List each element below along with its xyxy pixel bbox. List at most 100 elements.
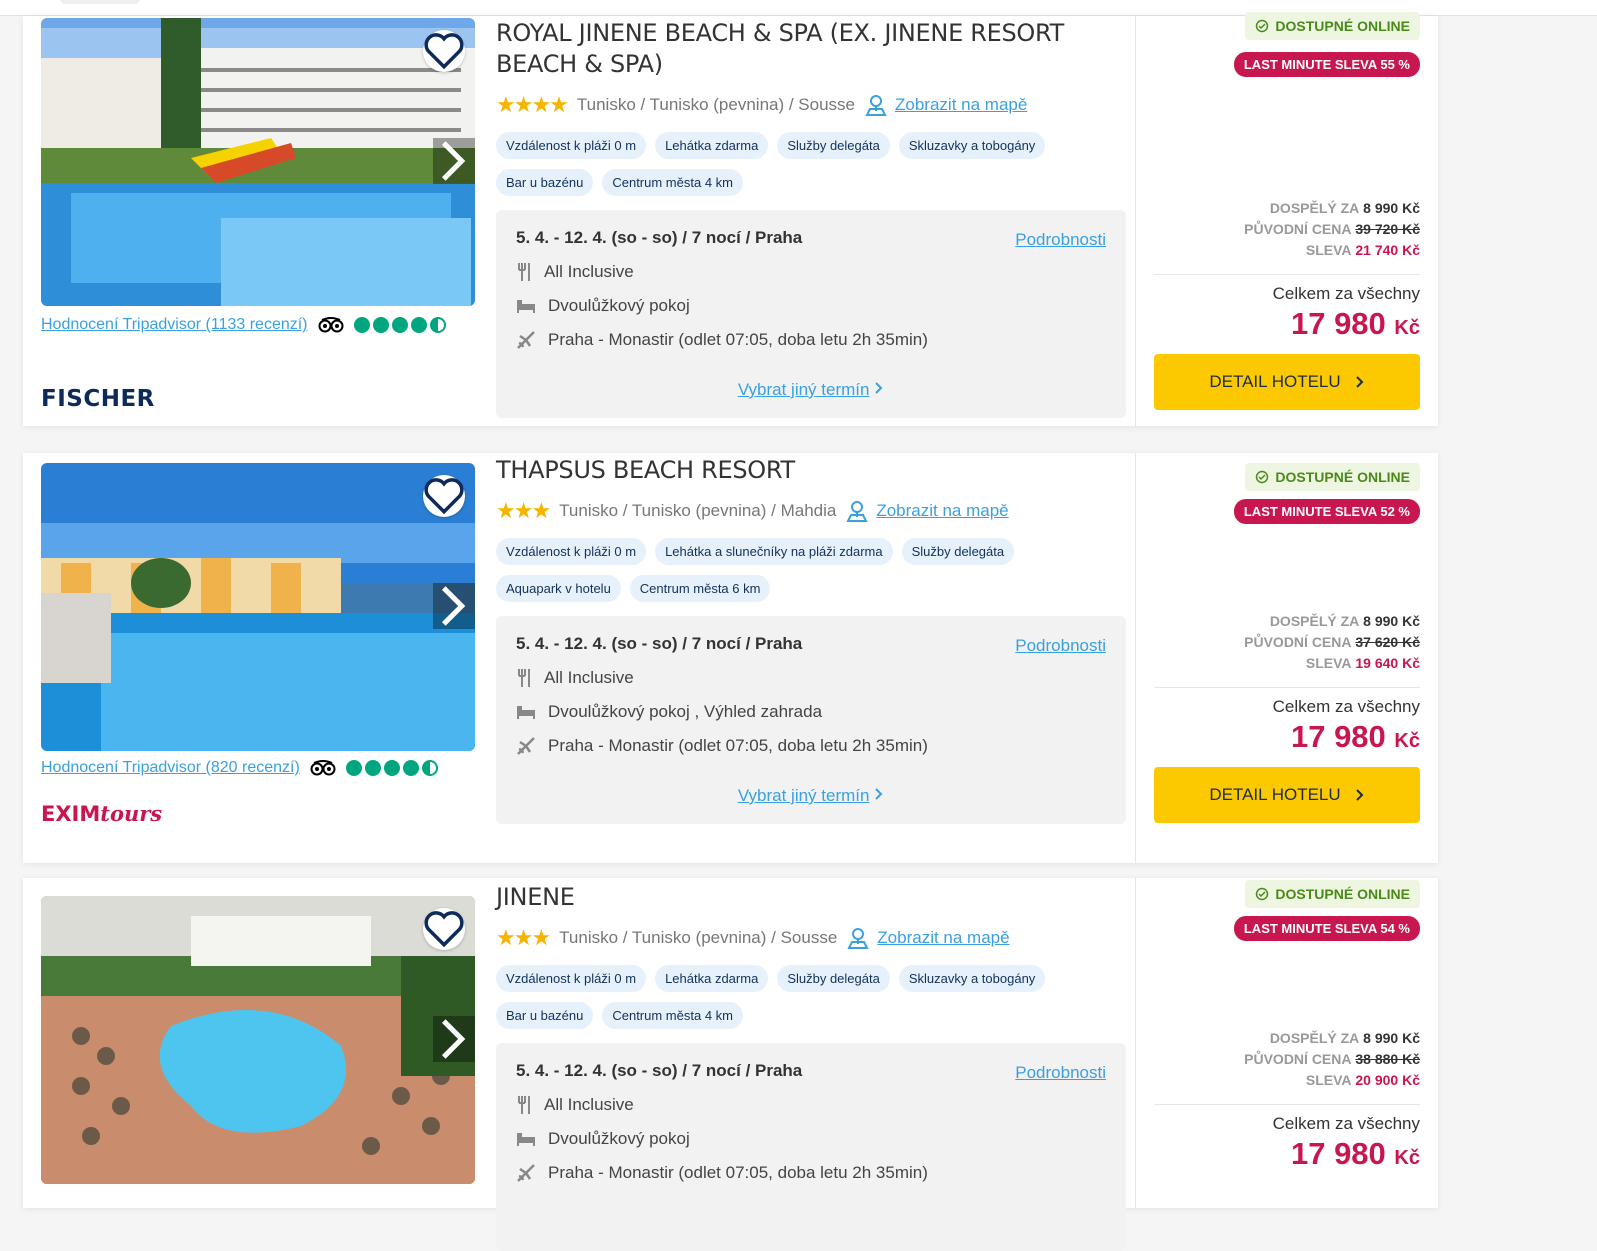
hotel-photo[interactable]: [41, 18, 475, 306]
flight-info: Praha - Monastir (odlet 07:05, doba letu…: [548, 1163, 928, 1182]
chevron-right-icon: [1355, 789, 1364, 801]
cutlery-icon: [518, 263, 530, 281]
details-link[interactable]: Podrobnosti: [1015, 636, 1106, 656]
star-rating: ★★★: [496, 498, 551, 523]
divider: [1154, 1104, 1420, 1105]
tag: Lehátka a slunečníky na pláži zdarma: [655, 538, 893, 565]
last-minute-badge: LAST MINUTE SLEVA 54 %: [1233, 916, 1420, 941]
tag: Skluzavky a tobogány: [898, 132, 1046, 159]
total-label: Celkem za všechny: [1272, 697, 1420, 716]
board-type: All Inclusive: [544, 668, 634, 687]
price-breakdown: DOSPĚLÝ ZA 8 990 Kč PŮVODNÍ CENA 37 620 …: [1244, 613, 1420, 671]
hotel-photo-image: [41, 18, 475, 306]
favorite-button[interactable]: [423, 475, 465, 517]
other-term-link[interactable]: Vybrat jiný termín: [496, 380, 1126, 400]
show-on-map-link[interactable]: Zobrazit na mapě: [846, 499, 1009, 523]
brand-logo: EXIMtours: [41, 801, 163, 826]
map-label: Zobrazit na mapě: [876, 501, 1009, 520]
brand-logo: FISCHER: [41, 386, 155, 412]
check-circle-icon: [1256, 19, 1269, 33]
hotel-card: JINENE ★★★ Tunisko / Tunisko (pevnina) /…: [23, 878, 1438, 1251]
term-box: 5. 4. - 12. 4. (so - so) / 7 nocí / Prah…: [496, 210, 1126, 418]
hotel-info: ROYAL JINENE BEACH & SPA (EX. JINENE RES…: [496, 16, 1136, 418]
discount-amount: 21 740 Kč: [1355, 242, 1420, 258]
map-pin-icon: [846, 501, 868, 522]
online-badge: DOSTUPNÉ ONLINE: [1245, 12, 1420, 40]
hotel-card: Hodnocení Tripadvisor (820 recenzí) EXIM…: [23, 453, 1438, 863]
term-box: 5. 4. - 12. 4. (so - so) / 7 nocí / Prah…: [496, 1043, 1126, 1251]
tripadvisor-link[interactable]: Hodnocení Tripadvisor (820 recenzí): [41, 759, 300, 777]
other-term-link[interactable]: Vybrat jiný termín: [496, 786, 1126, 806]
discount-amount: 20 900 Kč: [1355, 1072, 1420, 1088]
hotel-title[interactable]: JINENE: [496, 882, 1136, 913]
check-circle-icon: [1256, 887, 1269, 901]
chevron-right-icon: [875, 382, 883, 394]
price-panel: DOSTUPNÉ ONLINE LAST MINUTE SLEVA 55 % D…: [1135, 12, 1438, 426]
chevron-right-icon: [441, 586, 466, 626]
check-circle-icon: [1256, 470, 1269, 484]
tripadvisor-link[interactable]: Hodnocení Tripadvisor (1133 recenzí): [41, 316, 308, 334]
online-badge: DOSTUPNÉ ONLINE: [1245, 463, 1420, 491]
bed-icon: [517, 706, 535, 719]
tripadvisor-rating: Hodnocení Tripadvisor (820 recenzí): [41, 759, 438, 777]
board-type: All Inclusive: [544, 1095, 634, 1114]
detail-hotel-button[interactable]: DETAIL HOTELU: [1154, 354, 1420, 410]
tag: Služby delegáta: [777, 132, 890, 159]
room-type: Dvoulůžkový pokoj: [548, 296, 690, 315]
term-box: 5. 4. - 12. 4. (so - so) / 7 nocí / Prah…: [496, 616, 1126, 824]
star-rating: ★★★: [496, 925, 551, 950]
hotel-location: Tunisko / Tunisko (pevnina) / Mahdia: [559, 501, 837, 520]
tag: Centrum města 6 km: [629, 575, 771, 602]
total-price: 17 980 Kč: [1290, 719, 1420, 754]
hotel-photo-image: [41, 463, 475, 751]
tag: Bar u bazénu: [496, 1002, 594, 1029]
tripadvisor-owl-icon: [310, 760, 336, 776]
hotel-location: Tunisko / Tunisko (pevnina) / Sousse: [559, 928, 838, 947]
original-price: 38 880 Kč: [1355, 1051, 1420, 1067]
plane-icon: [517, 1164, 535, 1182]
price-breakdown: DOSPĚLÝ ZA 8 990 Kč PŮVODNÍ CENA 38 880 …: [1244, 1030, 1420, 1088]
photo-next-button[interactable]: [433, 1016, 475, 1062]
photo-next-button[interactable]: [433, 138, 475, 184]
flight-info: Praha - Monastir (odlet 07:05, doba letu…: [548, 736, 928, 755]
flight-info: Praha - Monastir (odlet 07:05, doba letu…: [548, 330, 928, 349]
detail-hotel-button[interactable]: DETAIL HOTELU: [1154, 767, 1420, 823]
tag: Bar u bazénu: [496, 169, 594, 196]
price-panel: DOSTUPNÉ ONLINE LAST MINUTE SLEVA 54 % D…: [1135, 878, 1438, 1208]
heart-icon: [424, 911, 464, 948]
tag: Skluzavky a tobogány: [898, 965, 1046, 992]
map-label: Zobrazit na mapě: [895, 95, 1028, 114]
adult-price: 8 990 Kč: [1363, 1030, 1420, 1046]
adult-price: 8 990 Kč: [1363, 613, 1420, 629]
favorite-button[interactable]: [423, 908, 465, 950]
tag: Vzdálenost k pláži 0 m: [496, 965, 647, 992]
hotel-photo-image: [41, 896, 475, 1184]
photo-next-button[interactable]: [433, 583, 475, 629]
chevron-right-icon: [441, 1019, 466, 1059]
hotel-photo[interactable]: [41, 463, 475, 751]
show-on-map-link[interactable]: Zobrazit na mapě: [865, 93, 1027, 117]
tripadvisor-rating: Hodnocení Tripadvisor (1133 recenzí): [41, 316, 446, 334]
chevron-right-icon: [875, 788, 883, 800]
plane-icon: [517, 737, 535, 755]
tag: Služby delegáta: [777, 965, 890, 992]
bed-icon: [517, 300, 535, 313]
hotel-title[interactable]: THAPSUS BEACH RESORT: [496, 455, 1136, 486]
cutlery-icon: [518, 669, 530, 687]
bed-icon: [517, 1133, 535, 1146]
details-link[interactable]: Podrobnosti: [1015, 230, 1106, 250]
hotel-title[interactable]: ROYAL JINENE BEACH & SPA (EX. JINENE RES…: [496, 18, 1136, 80]
price-breakdown: DOSPĚLÝ ZA 8 990 Kč PŮVODNÍ CENA 39 720 …: [1244, 200, 1420, 258]
online-badge: DOSTUPNÉ ONLINE: [1245, 880, 1420, 908]
tag-list: Vzdálenost k pláži 0 m Lehátka a slunečn…: [496, 538, 1136, 602]
hotel-card: Hodnocení Tripadvisor (1133 recenzí) FIS…: [23, 12, 1438, 426]
discount-amount: 19 640 Kč: [1355, 655, 1420, 671]
adult-price: 8 990 Kč: [1363, 200, 1420, 216]
details-link[interactable]: Podrobnosti: [1015, 1063, 1106, 1083]
show-on-map-link[interactable]: Zobrazit na mapě: [847, 926, 1010, 950]
favorite-button[interactable]: [423, 30, 465, 72]
board-type: All Inclusive: [544, 262, 634, 281]
hotel-photo[interactable]: [41, 896, 475, 1184]
hotel-location: Tunisko / Tunisko (pevnina) / Sousse: [576, 95, 856, 114]
original-price: 37 620 Kč: [1355, 634, 1420, 650]
